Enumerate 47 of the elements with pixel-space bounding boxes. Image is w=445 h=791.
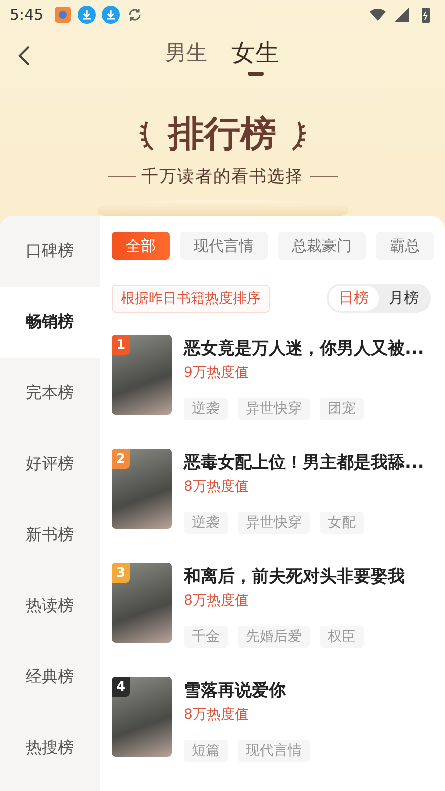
download-icon [78, 6, 96, 24]
book-tag: 逆袭 [184, 512, 228, 534]
sidebar-item[interactable]: 热读榜 [0, 571, 100, 642]
status-time: 5:45 [10, 6, 44, 24]
book-cover[interactable]: 4 [112, 677, 172, 757]
book-tag: 现代言情 [238, 740, 310, 762]
banner-title: 排行榜 [168, 113, 276, 157]
book-title[interactable]: 恶毒女配上位！男主都是我舔... [184, 451, 424, 474]
rank-badge: 4 [112, 677, 130, 697]
book-tag: 女配 [320, 512, 364, 534]
sidebar-item[interactable]: 好评榜 [0, 429, 100, 500]
book-tag: 团宠 [320, 398, 364, 420]
app-icon [54, 6, 72, 24]
book-tag: 先婚后爱 [238, 626, 310, 648]
banner-subtitle: 千万读者的看书选择 [142, 166, 304, 188]
rank-badge: 3 [112, 563, 130, 583]
sidebar-item[interactable]: 热搜榜 [0, 713, 100, 784]
sidebar-item[interactable]: 口碑榜 [0, 216, 100, 287]
book-tag: 异世快穿 [238, 398, 310, 420]
rank-badge: 2 [112, 449, 130, 469]
book-tag: 逆袭 [184, 398, 228, 420]
sidebar-item[interactable]: 完本榜 [0, 358, 100, 429]
download-icon [102, 6, 120, 24]
sidebar-item[interactable]: 畅销榜 [0, 287, 100, 358]
sidebar-item[interactable]: 新书榜 [0, 500, 100, 571]
heat-value: 8万热度值 [184, 706, 250, 724]
heat-value: 8万热度值 [184, 478, 250, 496]
gender-tab[interactable]: 男生 [166, 38, 208, 74]
rank-badge: 1 [112, 335, 130, 355]
filter-chip[interactable]: 现代言情 [180, 232, 268, 260]
book-title[interactable]: 雪落再说爱你 [184, 679, 310, 702]
book-tag: 权臣 [320, 626, 364, 648]
filter-chip[interactable]: 霸总 [376, 232, 434, 260]
sort-note: 根据昨日书籍热度排序 [112, 284, 270, 312]
signal-icon [393, 6, 411, 24]
heat-value: 9万热度值 [184, 364, 250, 382]
filter-chip[interactable]: 总裁豪门 [278, 232, 366, 260]
book-tag: 短篇 [184, 740, 228, 762]
book-tag: 异世快穿 [238, 512, 310, 534]
gender-tab[interactable]: 女生 [232, 36, 280, 76]
heat-value: 8万热度值 [184, 592, 250, 610]
sidebar-item[interactable]: 经典榜 [0, 642, 100, 713]
book-title[interactable]: 和离后，前夫死对头非要娶我 [184, 565, 405, 588]
book-title[interactable]: 恶女竟是万人迷，你男人又被... [184, 337, 424, 360]
period-tab[interactable]: 月榜 [379, 286, 429, 311]
period-tab[interactable]: 日榜 [329, 286, 379, 311]
book-tag: 千金 [184, 626, 228, 648]
